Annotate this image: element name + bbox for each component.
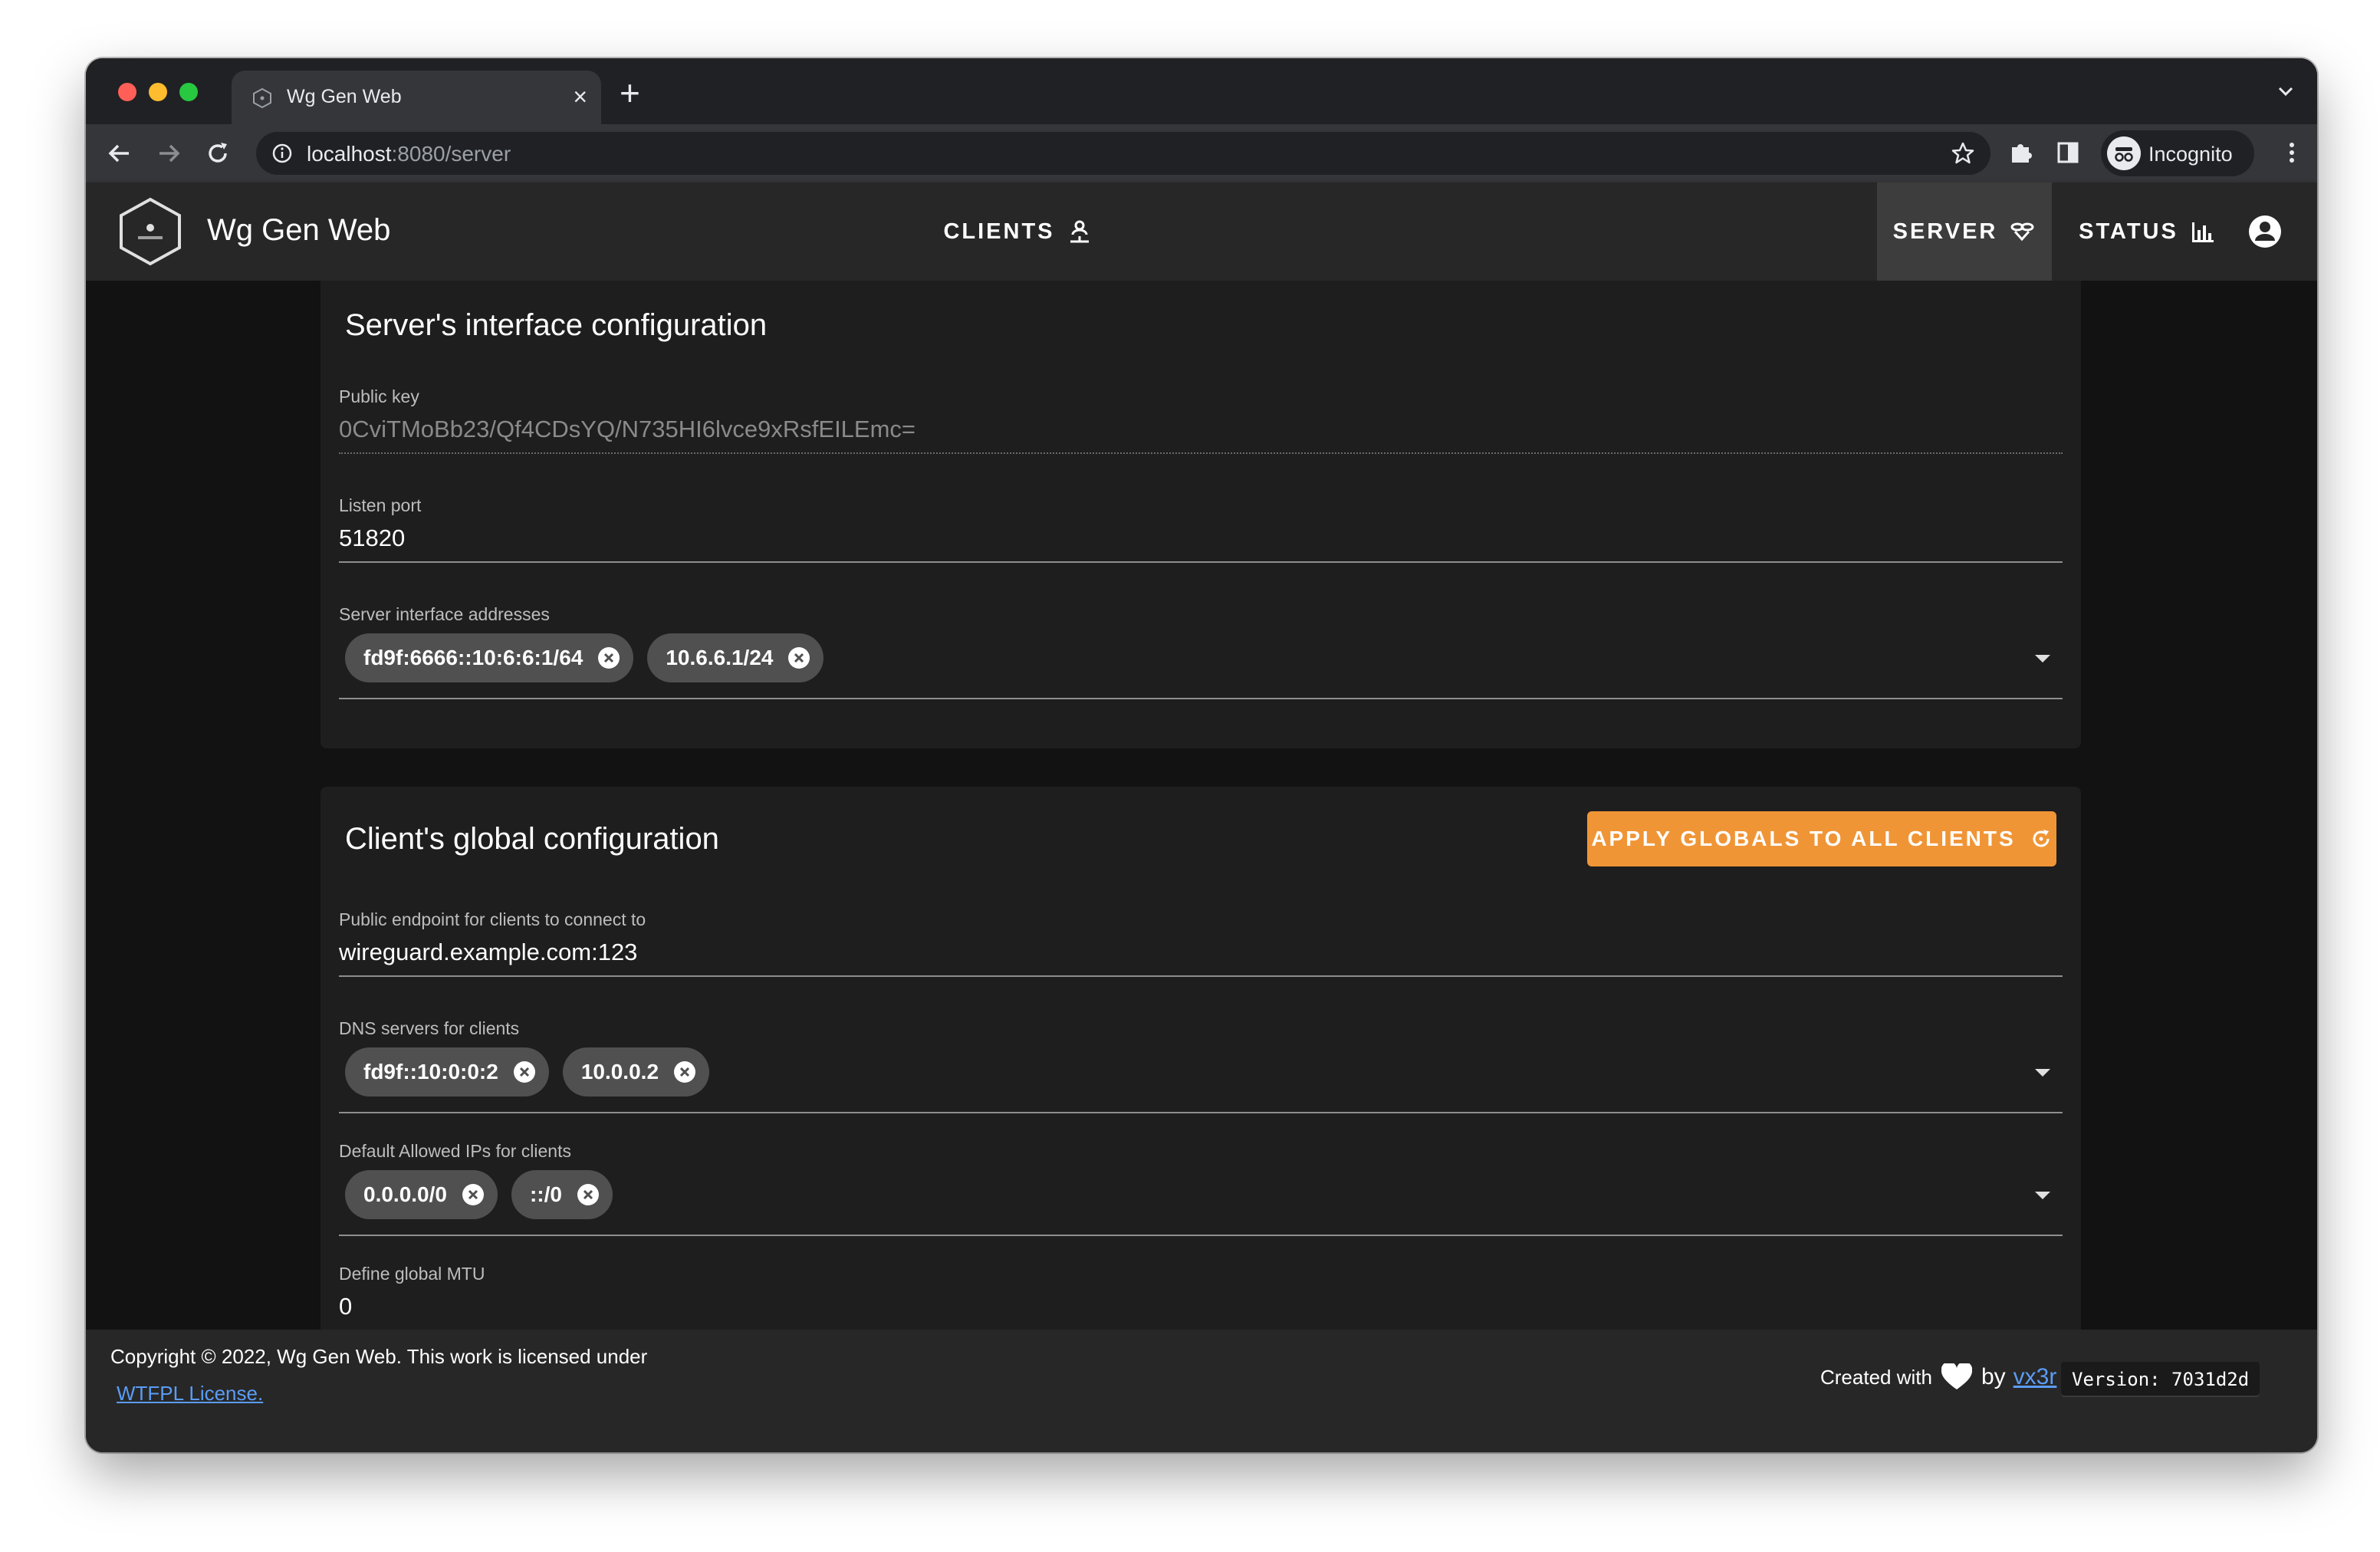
author-link[interactable]: vx3r bbox=[2013, 1364, 2057, 1390]
incognito-profile-button[interactable]: Incognito bbox=[2101, 130, 2254, 176]
refresh-icon bbox=[2033, 830, 2050, 847]
account-circle-icon[interactable] bbox=[2247, 213, 2283, 250]
nav-server[interactable]: SERVER bbox=[1877, 182, 2052, 281]
bookmark-star-icon[interactable] bbox=[1951, 141, 1975, 166]
chip-label: 10.6.6.1/24 bbox=[666, 646, 774, 669]
public-key-label: Public key bbox=[339, 386, 419, 406]
chip-label: fd9f:6666::10:6:6:1/64 bbox=[363, 646, 583, 669]
allowed-ips-underline bbox=[339, 1235, 2063, 1236]
public-key-underline bbox=[339, 452, 2063, 454]
allowed-ips-chips[interactable]: 0.0.0.0/0 ::/0 bbox=[345, 1170, 613, 1219]
chevron-down-icon[interactable] bbox=[2274, 80, 2297, 103]
nav-clients-label: CLIENTS bbox=[943, 219, 1055, 244]
close-circle-icon[interactable] bbox=[787, 646, 811, 670]
url-path: :8080/server bbox=[391, 142, 511, 166]
server-card-title: Server's interface configuration bbox=[345, 308, 768, 342]
close-circle-icon[interactable] bbox=[597, 646, 621, 670]
close-window-button[interactable] bbox=[118, 83, 136, 101]
url-host: localhost bbox=[307, 142, 392, 166]
reload-icon[interactable] bbox=[202, 138, 233, 169]
chip-label: fd9f::10:0:0:2 bbox=[363, 1060, 498, 1083]
close-tab-icon[interactable]: × bbox=[573, 81, 587, 112]
chip-label: 10.0.0.2 bbox=[580, 1060, 659, 1083]
addresses-chips[interactable]: fd9f:6666::10:6:6:1/64 10.6.6.1/24 bbox=[345, 633, 824, 682]
hexagon-favicon-icon bbox=[253, 87, 271, 109]
app-bar: Wg Gen Web CLIENTS SERVER STATUS bbox=[86, 182, 2317, 281]
created-with-label: Created with bbox=[1820, 1365, 1932, 1389]
address-chip[interactable]: fd9f:6666::10:6:6:1/64 bbox=[345, 633, 634, 682]
tab-title: Wg Gen Web bbox=[287, 86, 402, 107]
maximize-window-button[interactable] bbox=[179, 83, 198, 101]
profile-label: Incognito bbox=[2148, 143, 2233, 166]
addresses-underline bbox=[339, 698, 2063, 699]
allowed-ip-chip[interactable]: ::/0 bbox=[511, 1170, 613, 1219]
chip-label: 0.0.0.0/0 bbox=[363, 1182, 447, 1206]
heart-icon bbox=[1941, 1363, 1972, 1389]
footer: Copyright © 2022, Wg Gen Web. This work … bbox=[86, 1330, 2317, 1452]
public-key-field: 0CviTMoBb23/Qf4CDsYQ/N735HI6lvce9xRsfEIL… bbox=[339, 416, 916, 442]
dns-chip[interactable]: 10.0.0.2 bbox=[562, 1047, 710, 1097]
nav-status[interactable]: STATUS bbox=[2067, 182, 2228, 281]
by-label: by bbox=[1981, 1364, 2006, 1389]
kebab-menu-icon[interactable] bbox=[2277, 138, 2306, 167]
url-text: localhost:8080/server bbox=[307, 142, 511, 166]
server-network-icon bbox=[2010, 222, 2034, 242]
endpoint-input[interactable]: wireguard.example.com:123 bbox=[339, 939, 637, 966]
nav-clients[interactable]: CLIENTS bbox=[925, 182, 1112, 281]
server-config-card: Server's interface configuration Public … bbox=[321, 281, 2081, 748]
account-network-icon bbox=[1070, 220, 1089, 243]
nav-server-label: SERVER bbox=[1892, 219, 1998, 244]
new-tab-button[interactable]: + bbox=[620, 75, 640, 110]
client-config-card: Client's global configuration APPLY GLOB… bbox=[321, 787, 2081, 1406]
listen-port-underline bbox=[339, 561, 2063, 563]
license-link[interactable]: WTFPL License. bbox=[117, 1382, 263, 1406]
allowed-ips-label: Default Allowed IPs for clients bbox=[339, 1141, 571, 1161]
version-badge: Version: 7031d2d bbox=[2061, 1362, 2260, 1397]
allowed-ips-dropdown-caret-icon[interactable] bbox=[2035, 1192, 2050, 1199]
mtu-input[interactable]: 0 bbox=[339, 1293, 352, 1320]
apply-globals-label: APPLY GLOBALS TO ALL CLIENTS bbox=[1591, 827, 2016, 850]
dns-dropdown-caret-icon[interactable] bbox=[2035, 1069, 2050, 1077]
extensions-puzzle-icon[interactable] bbox=[2006, 138, 2035, 167]
main-content: Server's interface configuration Public … bbox=[86, 281, 2317, 1406]
mtu-label: Define global MTU bbox=[339, 1264, 485, 1284]
close-circle-icon[interactable] bbox=[461, 1182, 485, 1207]
nav-status-label: STATUS bbox=[2079, 219, 2178, 244]
close-circle-icon[interactable] bbox=[672, 1060, 697, 1084]
back-arrow-icon[interactable] bbox=[104, 138, 135, 169]
copyright-text: Copyright © 2022, Wg Gen Web. This work … bbox=[110, 1345, 648, 1368]
dns-chip[interactable]: fd9f::10:0:0:2 bbox=[345, 1047, 549, 1097]
apply-globals-button[interactable]: APPLY GLOBALS TO ALL CLIENTS bbox=[1587, 811, 2056, 866]
info-icon[interactable] bbox=[271, 143, 293, 164]
dns-label: DNS servers for clients bbox=[339, 1018, 520, 1038]
app-title: Wg Gen Web bbox=[207, 213, 391, 247]
minimize-window-button[interactable] bbox=[149, 83, 167, 101]
address-bar[interactable]: localhost:8080/server bbox=[256, 132, 1990, 175]
browser-toolbar: localhost:8080/server Incognito bbox=[86, 124, 2317, 182]
wg-gen-web-logo-icon[interactable] bbox=[115, 196, 186, 267]
created-with: Created with by vx3r bbox=[1820, 1363, 2056, 1391]
side-panel-icon[interactable] bbox=[2053, 138, 2082, 167]
listen-port-input[interactable]: 51820 bbox=[339, 524, 405, 552]
client-card-title: Client's global configuration bbox=[345, 822, 719, 856]
addresses-label: Server interface addresses bbox=[339, 604, 550, 624]
bar-chart-icon bbox=[2191, 222, 2214, 242]
browser-window: Wg Gen Web × + localhost:8080/server Inc… bbox=[86, 58, 2317, 1452]
tab-bar: Wg Gen Web × + bbox=[86, 58, 2317, 124]
close-circle-icon[interactable] bbox=[576, 1182, 600, 1207]
endpoint-underline bbox=[339, 975, 2063, 977]
close-circle-icon[interactable] bbox=[512, 1060, 537, 1084]
chip-label: ::/0 bbox=[529, 1182, 562, 1206]
addresses-dropdown-caret-icon[interactable] bbox=[2035, 655, 2050, 663]
dns-underline bbox=[339, 1112, 2063, 1113]
listen-port-label: Listen port bbox=[339, 495, 422, 515]
endpoint-label: Public endpoint for clients to connect t… bbox=[339, 909, 646, 929]
allowed-ip-chip[interactable]: 0.0.0.0/0 bbox=[345, 1170, 498, 1219]
browser-tab[interactable]: Wg Gen Web × bbox=[232, 71, 601, 124]
forward-arrow-icon[interactable] bbox=[153, 138, 184, 169]
dns-chips[interactable]: fd9f::10:0:0:2 10.0.0.2 bbox=[345, 1047, 710, 1097]
address-chip[interactable]: 10.6.6.1/24 bbox=[647, 633, 824, 682]
incognito-icon bbox=[2107, 136, 2141, 170]
